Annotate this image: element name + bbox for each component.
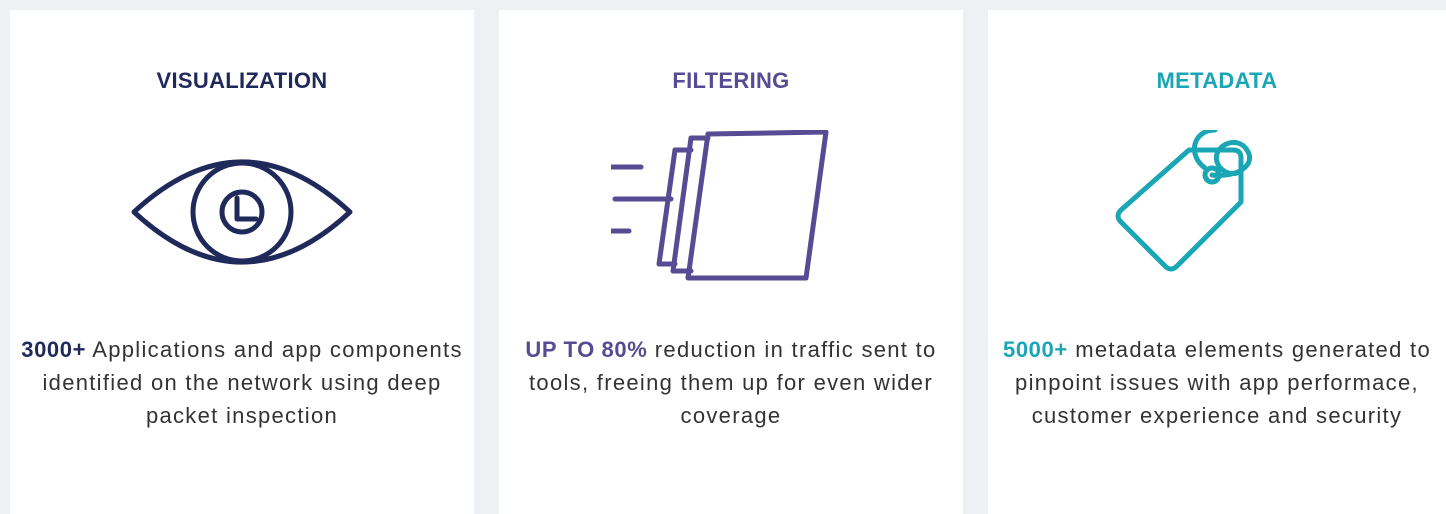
card-description-text: metadata elements generated to pinpoint … (1015, 337, 1431, 428)
card-description: UP TO 80% reduction in traffic sent to t… (509, 333, 953, 432)
filter-layers-icon (611, 130, 829, 281)
card-title: METADATA (1156, 68, 1278, 93)
metadata-card: METADATA 5000+ metadata elements generat… (988, 10, 1446, 514)
visualization-card: VISUALIZATION 3000+ Applications and app… (10, 10, 474, 514)
card-highlight: 3000+ (21, 337, 87, 362)
eye-icon (131, 159, 353, 265)
card-description-text: Applications and app components identifi… (42, 337, 463, 428)
card-title: FILTERING (672, 68, 790, 93)
card-description: 5000+ metadata elements generated to pin… (998, 333, 1436, 432)
card-highlight: 5000+ (1003, 337, 1068, 362)
filtering-card: FILTERING UP TO 80% reduction in traffic… (499, 10, 963, 514)
card-description: 3000+ Applications and app components id… (20, 333, 464, 432)
card-highlight: UP TO 80% (525, 337, 648, 362)
card-title: VISUALIZATION (156, 68, 328, 93)
tag-icon (1115, 130, 1252, 272)
